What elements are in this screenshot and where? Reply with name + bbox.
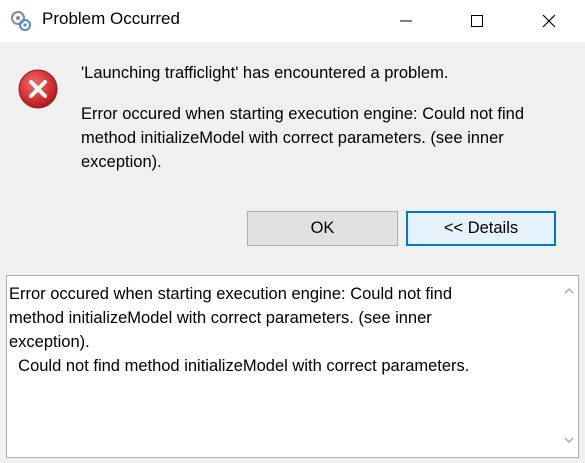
message-title: 'Launching trafficlight' has encountered… [81,64,449,82]
maximize-button[interactable] [450,0,504,42]
details-button[interactable]: << Details [406,211,556,246]
vertical-scrollbar[interactable] [560,276,578,457]
minimize-icon [400,20,412,22]
details-line: method initializeModel with correct para… [9,309,432,327]
scroll-down-button[interactable] [560,431,578,449]
chevron-up-icon [564,288,574,294]
problem-dialog: Problem Occurred 'Launching trafficlight… [0,0,585,463]
eclipse-gear-icon [10,10,32,32]
close-button[interactable] [522,0,576,42]
details-textbox[interactable]: Error occured when starting execution en… [6,275,579,458]
maximize-icon [471,15,483,27]
minimize-button[interactable] [379,0,433,42]
details-text: Error occured when starting execution en… [9,282,549,378]
scroll-up-button[interactable] [560,282,578,300]
close-icon [542,14,556,28]
details-line: Could not find method initializeModel wi… [9,357,470,375]
title-bar[interactable]: Problem Occurred [0,0,585,42]
error-icon [17,68,59,110]
details-line: exception). [9,333,90,351]
ok-button[interactable]: OK [247,211,398,246]
window-title: Problem Occurred [42,9,180,28]
details-line: Error occured when starting execution en… [9,285,453,303]
chevron-down-icon [564,437,574,443]
message-body: Error occured when starting execution en… [81,105,525,171]
